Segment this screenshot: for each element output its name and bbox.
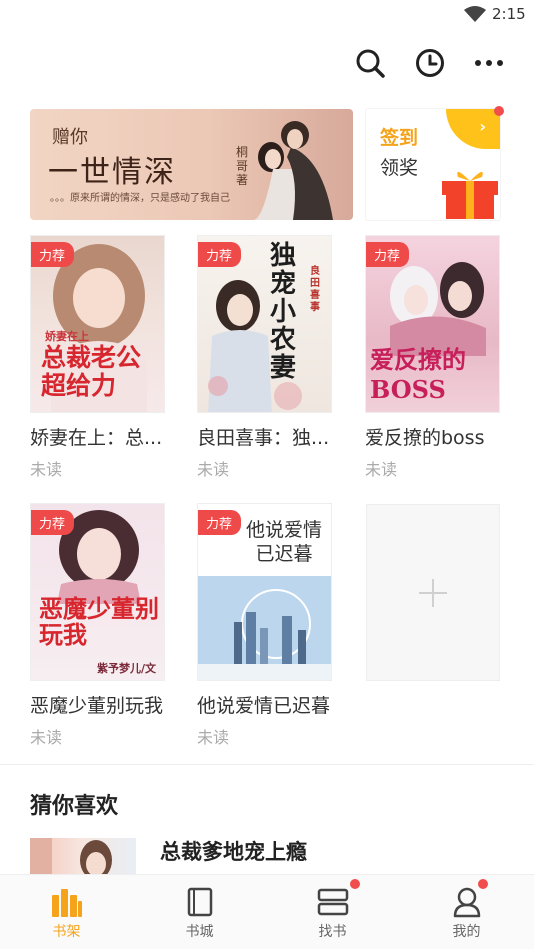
- tab-label: 书城: [185, 924, 214, 940]
- book-read-status: 未读: [365, 460, 398, 479]
- book-item[interactable]: 爱反撩的BOSS 力荐 爱反撩的boss 未读: [365, 235, 500, 480]
- bottom-tab-bar: 书架 书城 找书 我的: [0, 874, 534, 949]
- tab-find-book[interactable]: 找书: [266, 875, 399, 950]
- recommend-badge: 力荐: [198, 510, 242, 535]
- book-item[interactable]: 他说爱情已迟暮 力荐 他说爱情已迟暮 未读: [197, 503, 332, 748]
- book-read-status: 未读: [30, 728, 63, 747]
- recommend-badge: 力荐: [198, 242, 242, 267]
- wifi-icon: [464, 6, 486, 22]
- plus-icon: [419, 578, 447, 607]
- signin-notification-dot: [494, 106, 504, 116]
- book-cover: 娇妻在上 总裁老公超给力 力荐: [30, 235, 165, 413]
- book-item[interactable]: 恶魔少董别玩我 紫予梦儿/文 力荐 恶魔少董别玩我 未读: [30, 503, 165, 748]
- signin-line1: 签到: [380, 127, 419, 149]
- book-cover: 独宠小农妻 良田喜事 力荐: [197, 235, 332, 413]
- recommend-badge: 力荐: [366, 242, 410, 267]
- more-button[interactable]: [472, 46, 506, 80]
- cover-subtitle: 良田喜事: [310, 266, 320, 313]
- banner-couple-illustration: [253, 121, 333, 220]
- book-cover: 恶魔少董别玩我 紫予梦儿/文 力荐: [30, 503, 165, 681]
- book-item[interactable]: 娇妻在上 总裁老公超给力 力荐 娇妻在上：总... 未读: [30, 235, 165, 480]
- book-title: 他说爱情已迟暮: [197, 695, 331, 717]
- profile-notification-dot: [478, 879, 488, 889]
- promo-banner[interactable]: 赠你 一世情深 桐哥著 。。。原来所谓的情深，只是感动了我自己: [30, 109, 353, 220]
- tab-label: 找书: [318, 924, 347, 940]
- banner-subtitle: 。。。原来所谓的情深，只是感动了我自己: [50, 193, 230, 204]
- tab-bookshelf[interactable]: 书架: [0, 875, 133, 950]
- cover-subtitle: 紫予梦儿/文: [97, 662, 157, 675]
- tab-bookstore[interactable]: 书城: [133, 875, 266, 950]
- recommend-section-title: 猜你喜欢: [30, 794, 119, 819]
- recommend-book-title[interactable]: 总裁爹地宠上瘾: [160, 836, 307, 866]
- chevron-right-icon: ›: [479, 117, 486, 136]
- bookshelf-icon: [50, 885, 84, 919]
- book-title: 恶魔少董别玩我: [30, 695, 164, 717]
- signin-corner: [446, 109, 500, 149]
- recommend-book-cover[interactable]: [30, 838, 136, 878]
- banner-title: 一世情深: [48, 155, 176, 190]
- find-book-notification-dot: [350, 879, 360, 889]
- search-button[interactable]: [353, 46, 387, 80]
- find-book-icon: [316, 885, 350, 919]
- signin-line2: 领奖: [380, 157, 419, 179]
- recommend-badge: 力荐: [31, 242, 75, 267]
- tab-profile[interactable]: 我的: [400, 875, 533, 950]
- history-button[interactable]: [413, 46, 447, 80]
- book-read-status: 未读: [197, 728, 230, 747]
- cover-title: 他说爱情已迟暮: [245, 519, 322, 565]
- cover-subtitle: 娇妻在上: [45, 330, 89, 343]
- tab-label: 我的: [452, 924, 481, 940]
- history-clock-icon: [416, 49, 444, 77]
- book-title: 爱反撩的boss: [365, 427, 485, 449]
- add-book-button[interactable]: [366, 504, 500, 681]
- cover-title: 独宠小农妻: [270, 241, 297, 383]
- gift-icon: [442, 171, 498, 219]
- search-icon: [356, 49, 385, 78]
- book-title: 娇妻在上：总...: [30, 427, 163, 449]
- book-cover: 他说爱情已迟暮 力荐: [197, 503, 332, 681]
- status-bar: 2:15: [0, 0, 534, 30]
- book-read-status: 未读: [197, 460, 230, 479]
- book-icon: [183, 885, 217, 919]
- cover-title: 爱反撩的BOSS: [370, 345, 466, 404]
- user-icon: [450, 885, 484, 919]
- section-divider: [0, 764, 534, 765]
- tab-label: 书架: [52, 924, 81, 940]
- book-cover: 爱反撩的BOSS 力荐: [365, 235, 500, 413]
- recommend-badge: 力荐: [31, 510, 75, 535]
- signin-reward-card[interactable]: › 签到 领奖: [366, 109, 500, 220]
- banner-line1: 赠你: [52, 127, 88, 148]
- more-icon: [475, 60, 503, 66]
- cover-title: 恶魔少董别玩我: [39, 594, 159, 649]
- book-read-status: 未读: [30, 460, 63, 479]
- status-time: 2:15: [492, 5, 526, 23]
- book-item[interactable]: 独宠小农妻 良田喜事 力荐 良田喜事：独... 未读: [197, 235, 332, 480]
- book-title: 良田喜事：独...: [197, 427, 330, 449]
- cover-title: 总裁老公超给力: [41, 343, 142, 400]
